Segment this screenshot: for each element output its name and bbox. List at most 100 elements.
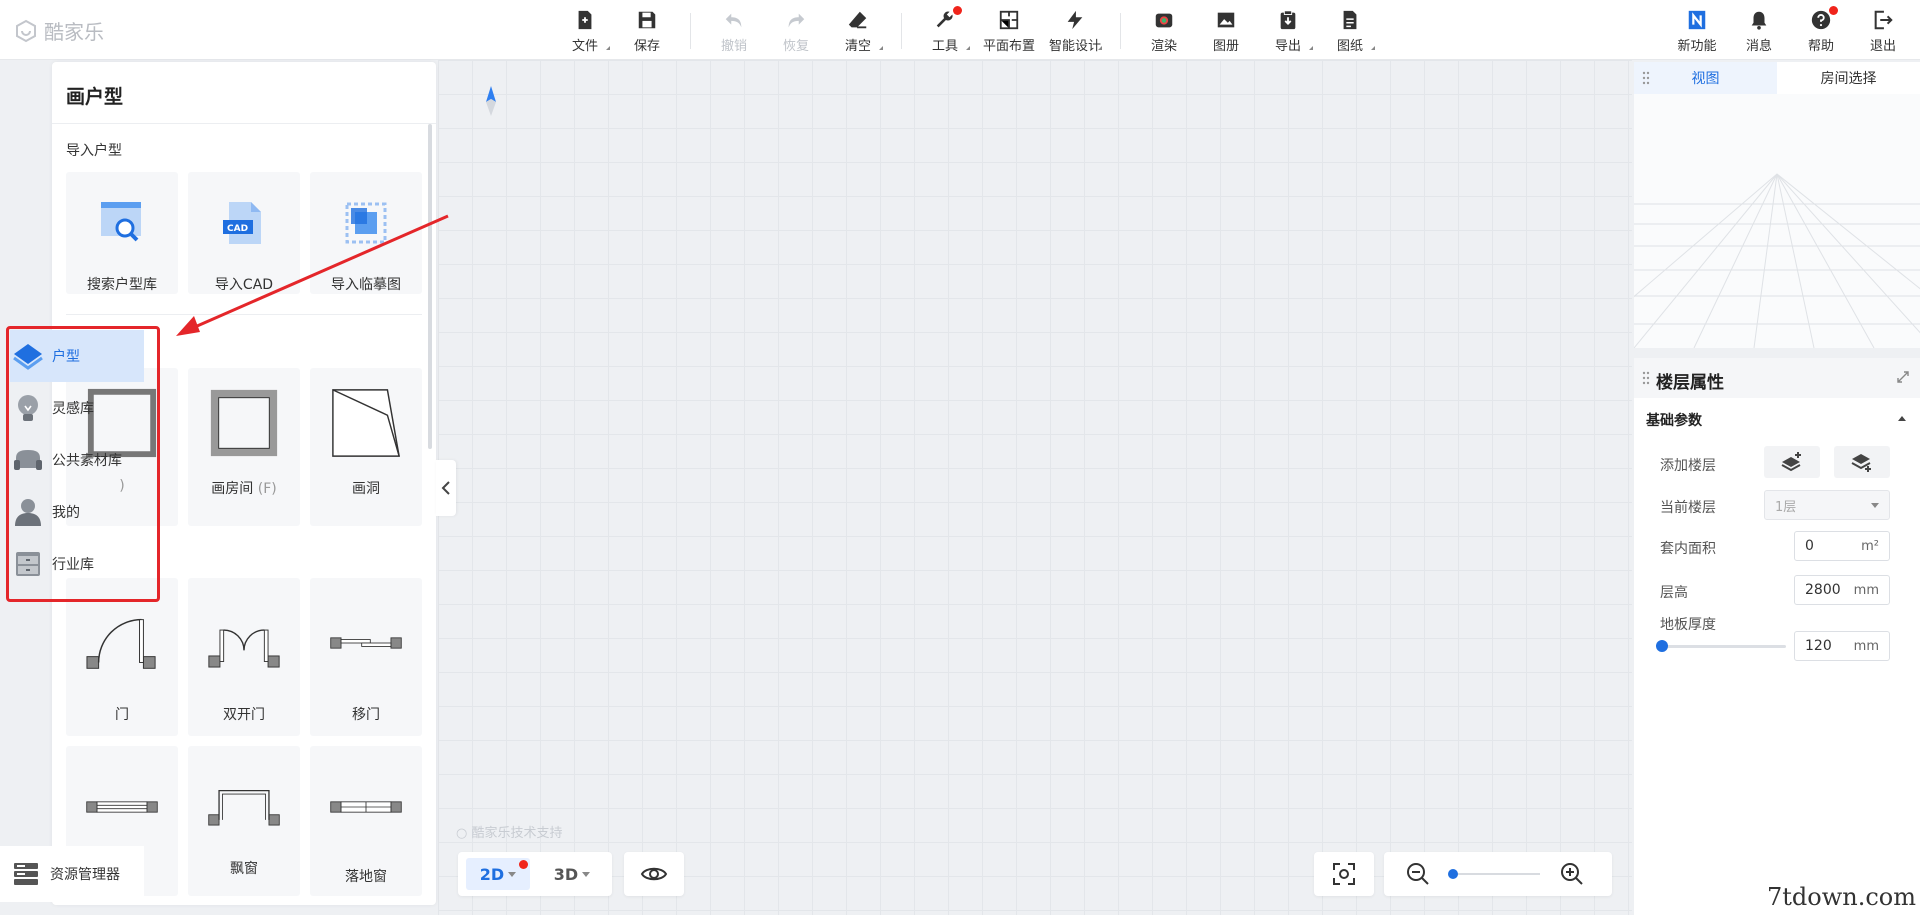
tab-room-select[interactable]: 房间选择 bbox=[1777, 62, 1920, 94]
smart-design-button[interactable]: 智能设计 bbox=[1042, 6, 1108, 56]
toolbar-main: 文件 保存 撤销 恢复 清空 工具 平面布置 智能设计 渲染 图册 导出 图纸 bbox=[554, 6, 1381, 56]
compass-icon[interactable] bbox=[484, 86, 498, 116]
chevron-down-icon bbox=[1871, 502, 1879, 508]
redo-button[interactable]: 恢复 bbox=[765, 6, 827, 56]
resource-manager-button[interactable]: 资源管理器 bbox=[0, 846, 144, 902]
current-floor-label: 当前楼层 bbox=[1660, 500, 1716, 516]
search-floorplan-icon bbox=[101, 202, 141, 242]
zoom-slider-track[interactable] bbox=[1450, 873, 1540, 875]
save-icon bbox=[638, 11, 656, 28]
french-window-tile[interactable]: 落地窗 bbox=[310, 746, 422, 896]
panel-title: 画户型 bbox=[66, 86, 124, 108]
watermark-text: ○ 酷家乐技术支持 bbox=[456, 822, 563, 841]
fit-view-button[interactable] bbox=[1314, 852, 1374, 896]
new-feature-button[interactable]: 新功能 bbox=[1666, 6, 1728, 56]
add-floor-above-button[interactable] bbox=[1764, 446, 1820, 478]
tab-view-label: 视图 bbox=[1691, 71, 1720, 87]
draw-hole-icon bbox=[332, 389, 400, 457]
zoom-out-icon[interactable] bbox=[1406, 862, 1430, 886]
draw-hole-label: 画洞 bbox=[352, 481, 380, 497]
add-floor-below-button[interactable] bbox=[1834, 446, 1890, 478]
draw-room-hint: (F) bbox=[257, 481, 277, 497]
thickness-unit: mm bbox=[1853, 638, 1879, 654]
floor-properties-panel: 楼层属性 基础参数 添加楼层 当前楼层 1层 套内面积 0 m² 层高 2800… bbox=[1634, 358, 1920, 915]
current-floor-select[interactable]: 1层 bbox=[1764, 490, 1890, 520]
app-logo[interactable]: 酷家乐 bbox=[14, 16, 104, 45]
add-floor-label: 添加楼层 bbox=[1660, 458, 1716, 474]
floor-layout-button[interactable]: 平面布置 bbox=[976, 6, 1042, 56]
design-canvas[interactable]: ○ 酷家乐技术支持 bbox=[438, 60, 1632, 915]
area-field[interactable]: 0 m² bbox=[1794, 531, 1890, 561]
draw-room-label: 画房间 bbox=[211, 481, 254, 497]
logout-button[interactable]: 退出 bbox=[1852, 6, 1914, 56]
floor-panel-header: 楼层属性 bbox=[1634, 358, 1920, 398]
thickness-label: 地板厚度 bbox=[1660, 617, 1716, 633]
messages-button-label: 消息 bbox=[1745, 38, 1772, 54]
lightning-icon bbox=[1067, 10, 1083, 29]
area-unit: m² bbox=[1861, 538, 1879, 554]
zoom-slider-thumb[interactable] bbox=[1448, 869, 1458, 879]
chevron-left-icon bbox=[441, 481, 450, 495]
chevron-up-icon[interactable] bbox=[1898, 416, 1906, 421]
zoom-control bbox=[1384, 852, 1612, 896]
watermark-label: 酷家乐技术支持 bbox=[471, 826, 563, 841]
view-3d-label: 3D bbox=[553, 864, 579, 884]
messages-button[interactable]: 消息 bbox=[1728, 6, 1790, 56]
view-2d-button[interactable]: 2D bbox=[466, 858, 530, 890]
export-button[interactable]: 导出 bbox=[1257, 6, 1319, 56]
visibility-button[interactable] bbox=[624, 852, 684, 896]
album-button[interactable]: 图册 bbox=[1195, 6, 1257, 56]
render-button[interactable]: 渲染 bbox=[1133, 6, 1195, 56]
panel-divider bbox=[52, 123, 436, 124]
redo-button-label: 恢复 bbox=[782, 38, 809, 54]
toolbar-divider bbox=[901, 13, 902, 49]
search-floorplan-tile[interactable]: 搜索户型库 bbox=[66, 172, 178, 294]
clear-button[interactable]: 清空 bbox=[827, 6, 889, 56]
new-feature-button-label: 新功能 bbox=[1677, 38, 1717, 54]
drawing-button[interactable]: 图纸 bbox=[1319, 6, 1381, 56]
height-unit: mm bbox=[1853, 582, 1879, 598]
area-value: 0 bbox=[1805, 538, 1814, 554]
file-icon bbox=[578, 10, 592, 29]
site-watermark: 7tdown.com bbox=[1766, 883, 1916, 911]
zoom-in-icon[interactable] bbox=[1560, 862, 1584, 886]
redo-icon bbox=[788, 13, 805, 27]
draw-room-tile[interactable]: 画房间 (F) bbox=[188, 368, 300, 526]
view-3d-button[interactable]: 3D bbox=[542, 858, 602, 890]
help-button[interactable]: 帮助 bbox=[1790, 6, 1852, 56]
drag-handle-icon[interactable] bbox=[1642, 371, 1650, 385]
save-button[interactable]: 保存 bbox=[616, 6, 678, 56]
drag-handle-icon[interactable] bbox=[1642, 71, 1650, 85]
double-door-tile[interactable]: 双开门 bbox=[188, 578, 300, 736]
thickness-slider-track[interactable] bbox=[1660, 645, 1786, 648]
smart-design-button-label: 智能设计 bbox=[1048, 38, 1101, 54]
export-icon bbox=[1280, 9, 1296, 29]
area-label: 套内面积 bbox=[1660, 541, 1716, 557]
bay-window-tile[interactable]: 飘窗 bbox=[188, 746, 300, 896]
floor-height-field[interactable]: 2800 mm bbox=[1794, 575, 1890, 605]
bay-window-icon bbox=[208, 790, 280, 826]
double-door-icon bbox=[208, 629, 280, 668]
save-button-label: 保存 bbox=[633, 38, 660, 54]
door-icon bbox=[86, 618, 156, 669]
expand-icon[interactable] bbox=[1896, 370, 1910, 384]
file-button[interactable]: 文件 bbox=[554, 6, 616, 56]
camera-icon bbox=[1155, 13, 1173, 27]
sliding-door-tile[interactable]: 移门 bbox=[310, 578, 422, 736]
perspective-grid-preview[interactable] bbox=[1634, 94, 1920, 348]
floor-thickness-field[interactable]: 120 mm bbox=[1794, 631, 1890, 661]
height-value: 2800 bbox=[1805, 582, 1841, 598]
top-toolbar: 酷家乐 文件 保存 撤销 恢复 清空 工具 平面布置 智能设计 渲染 图册 导出… bbox=[0, 0, 1920, 60]
thickness-slider-thumb[interactable] bbox=[1656, 640, 1668, 652]
draw-hole-tile[interactable]: 画洞 bbox=[310, 368, 422, 526]
french-window-icon bbox=[330, 801, 402, 813]
collapse-panel-button[interactable] bbox=[436, 460, 456, 516]
tools-button[interactable]: 工具 bbox=[914, 6, 976, 56]
notification-dot bbox=[953, 6, 962, 15]
clear-button-label: 清空 bbox=[844, 38, 871, 54]
notification-dot bbox=[519, 860, 528, 869]
logout-button-label: 退出 bbox=[1869, 38, 1896, 54]
tab-view[interactable]: 视图 bbox=[1634, 62, 1777, 94]
undo-button[interactable]: 撤销 bbox=[703, 6, 765, 56]
drawing-button-label: 图纸 bbox=[1336, 38, 1363, 54]
